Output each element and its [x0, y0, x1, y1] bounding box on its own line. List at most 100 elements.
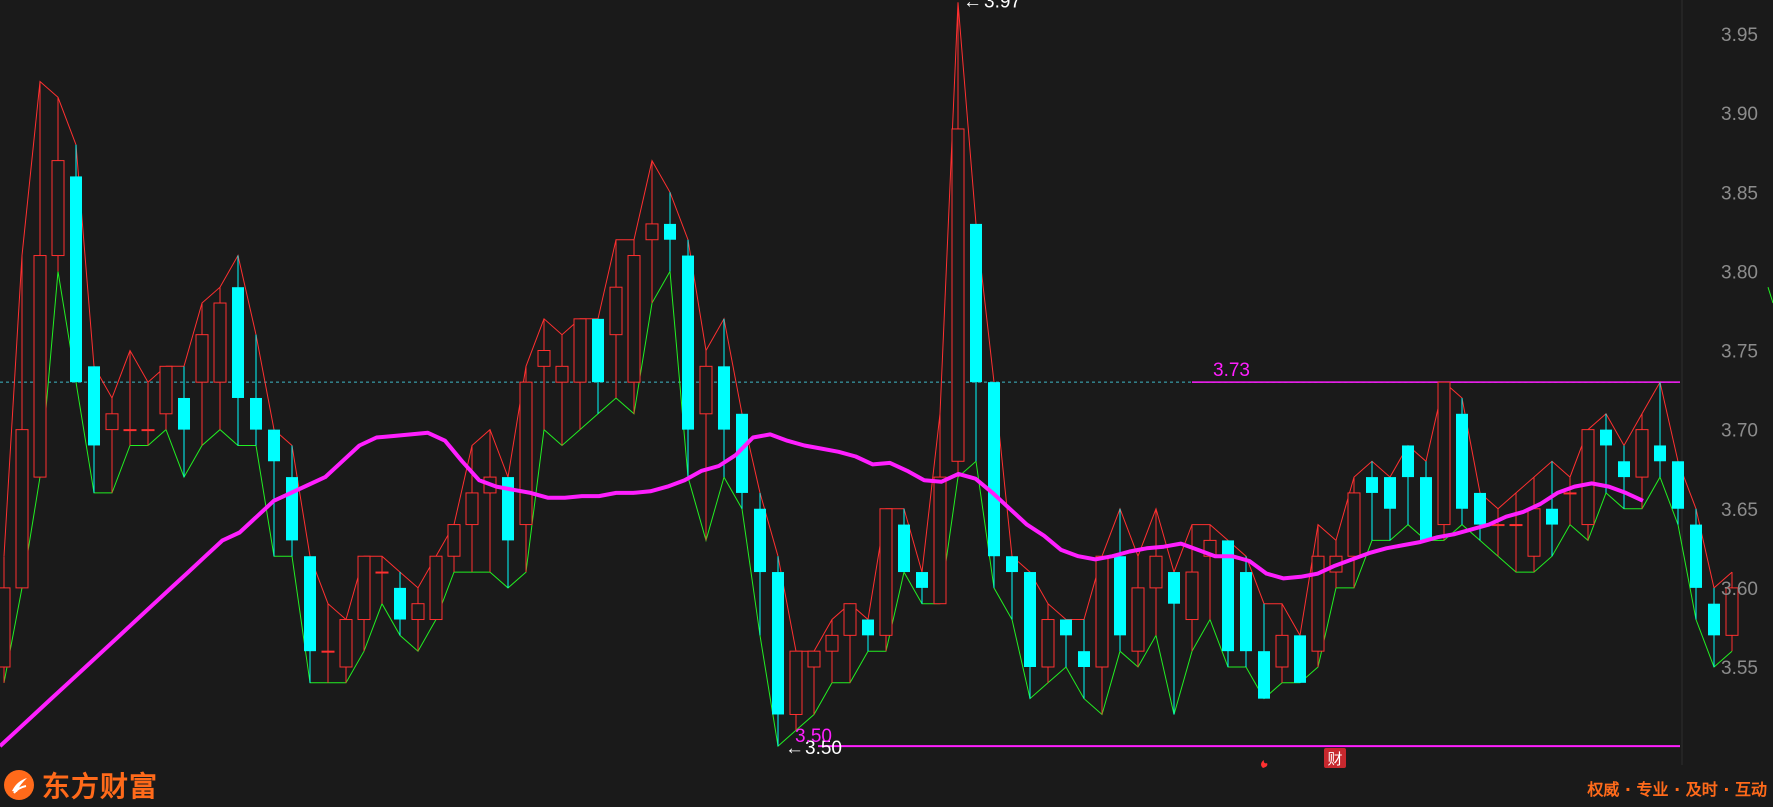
candle-body-up	[429, 555, 443, 621]
candle-body-down	[1366, 477, 1378, 493]
candle-body-down	[682, 255, 694, 430]
candle-body-down	[1240, 572, 1252, 652]
chart-background	[0, 0, 1773, 807]
candle-body-down	[1654, 445, 1666, 462]
price-tick-label: 3.85	[1721, 183, 1758, 204]
candle-body-down	[394, 587, 406, 620]
candle-body-up	[933, 476, 947, 605]
candlestick	[1437, 381, 1451, 541]
price-tick-label: 3.55	[1721, 658, 1758, 679]
candle-body-up	[213, 302, 227, 383]
candle-body-down	[1420, 477, 1432, 541]
brand-name: 东方财富	[42, 770, 159, 803]
candle-body-down	[1384, 477, 1396, 509]
candle-body-up	[51, 160, 65, 257]
candle-body-up	[1347, 492, 1361, 557]
candle-body-up	[1131, 587, 1145, 652]
eastmoney-logo-icon	[4, 770, 34, 800]
candle-body-up	[159, 365, 173, 415]
candle-body-up	[879, 508, 893, 636]
candle-body-up	[195, 334, 209, 383]
candle-body-up	[105, 413, 119, 431]
price-tick-label: 3.70	[1721, 421, 1758, 442]
candle-body-down	[1456, 413, 1468, 509]
candle-body-up	[645, 223, 659, 241]
candle-body-up	[555, 365, 569, 383]
brand-watermark: 东方财富	[4, 768, 159, 803]
candle-body-down	[1024, 572, 1036, 667]
candle-body-up	[951, 128, 965, 462]
finance-event-label: 财	[1327, 750, 1342, 768]
candle-body-up	[0, 587, 11, 668]
candlestick	[429, 555, 443, 621]
price-tick-label: 3.65	[1721, 500, 1758, 521]
candle-body-down	[1690, 524, 1702, 588]
candle-body-down	[286, 477, 298, 541]
candle-body-up	[321, 650, 335, 653]
candle-body-up	[1185, 571, 1199, 621]
brand-slogan: 权威 · 专业 · 及时 · 互动	[1587, 780, 1767, 799]
candle-body-down	[970, 223, 982, 383]
candle-body-down	[862, 619, 874, 636]
period-high-arrow-icon: ←	[963, 0, 982, 12]
candle-body-down	[232, 287, 244, 398]
candle-body-up	[1491, 524, 1505, 527]
candle-body-up	[1275, 634, 1289, 668]
candle-body-up	[357, 555, 371, 621]
candle-body-up	[699, 365, 713, 415]
candlestick	[1240, 556, 1252, 667]
price-tick-label: 3.80	[1721, 262, 1758, 283]
price-tick-label: 3.90	[1721, 104, 1758, 125]
candle-body-up	[1509, 524, 1523, 527]
candle-body-down	[898, 524, 910, 573]
candle-body-up	[411, 603, 425, 621]
price-tick-label: 3.75	[1721, 342, 1758, 363]
candle-body-up	[1527, 508, 1541, 557]
candle-body-down	[70, 176, 82, 383]
candle-body-up	[1563, 492, 1577, 495]
candle-body-down	[1600, 429, 1612, 446]
candle-body-down	[1402, 445, 1414, 478]
candle-body-down	[1474, 492, 1486, 525]
candle-body-up	[141, 429, 155, 432]
candlestick	[1294, 635, 1306, 683]
candle-body-up	[537, 350, 551, 367]
candle-body-up	[825, 634, 839, 652]
candle-body-up	[465, 492, 479, 526]
candle-body-down	[718, 366, 730, 430]
candle-body-up	[519, 381, 533, 526]
candle-body-down	[1672, 461, 1684, 509]
finance-event-badge[interactable]: 财	[1324, 748, 1346, 768]
candle-body-down	[1006, 556, 1018, 573]
candle-body-down	[88, 366, 100, 446]
candle-body-up	[447, 524, 461, 557]
candle-body-up	[375, 571, 389, 574]
candle-body-up	[609, 286, 623, 336]
candle-body-down	[1060, 619, 1072, 636]
candle-body-down	[1168, 572, 1180, 604]
candle-body-down	[916, 572, 928, 588]
candle-body-up	[15, 429, 29, 589]
candle-body-down	[1078, 651, 1090, 667]
candle-body-down	[988, 382, 1000, 557]
candle-body-up	[1581, 429, 1595, 526]
candle-body-up	[1041, 619, 1055, 668]
candle-body-down	[250, 397, 262, 430]
candle-body-up	[339, 619, 353, 668]
candle-body-up	[843, 603, 857, 636]
candle-body-up	[1149, 555, 1163, 589]
candle-body-up	[573, 318, 587, 383]
period-high-label: 3.97	[984, 0, 1021, 12]
candle-body-down	[1258, 651, 1270, 699]
candle-body-up	[789, 650, 803, 715]
candle-body-down	[1618, 461, 1630, 478]
candlestick	[70, 144, 82, 383]
kline-chart[interactable]: 3.95 3.90 3.85 3.80 3.75 3.70 3.65 3.60 3.55 3.9…	[0, 0, 1773, 807]
candle-body-up	[1095, 555, 1109, 668]
candle-body-up	[1437, 381, 1451, 526]
candle-body-up	[1635, 429, 1649, 478]
price-tick-label: 3.60	[1721, 579, 1758, 600]
support-level-label: 3.50	[795, 726, 832, 747]
candle-body-down	[1294, 635, 1306, 683]
candle-body-up	[33, 255, 47, 478]
